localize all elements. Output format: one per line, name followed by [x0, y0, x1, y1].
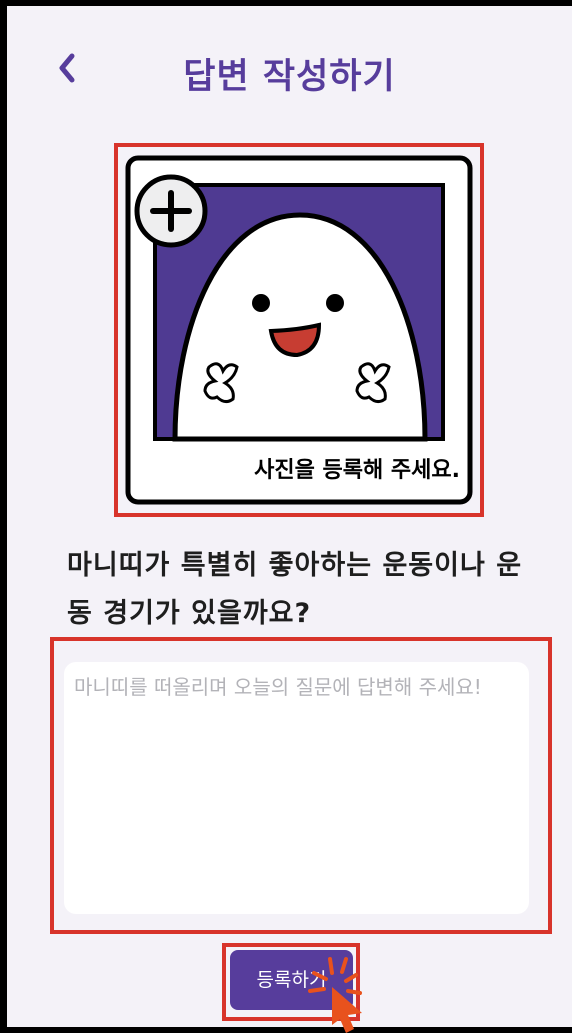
photo-caption: 사진을 등록해 주세요. [254, 458, 460, 483]
submit-button[interactable]: 등록하기 [230, 950, 353, 1010]
question-text: 마니띠가 특별히 좋아하는 운동이나 운동 경기가 있을까요? [67, 550, 523, 629]
screen: 답변 작성하기 사진을 등록해 주세요. 마니띠가 특별히 좋아하는 운동이나 … [7, 6, 572, 1033]
photo-upload-card[interactable]: 사진을 등록해 주세요. [125, 155, 473, 505]
answer-input[interactable] [64, 662, 529, 914]
page-title: 답변 작성하기 [183, 57, 396, 97]
plus-circle-icon[interactable] [134, 174, 208, 248]
